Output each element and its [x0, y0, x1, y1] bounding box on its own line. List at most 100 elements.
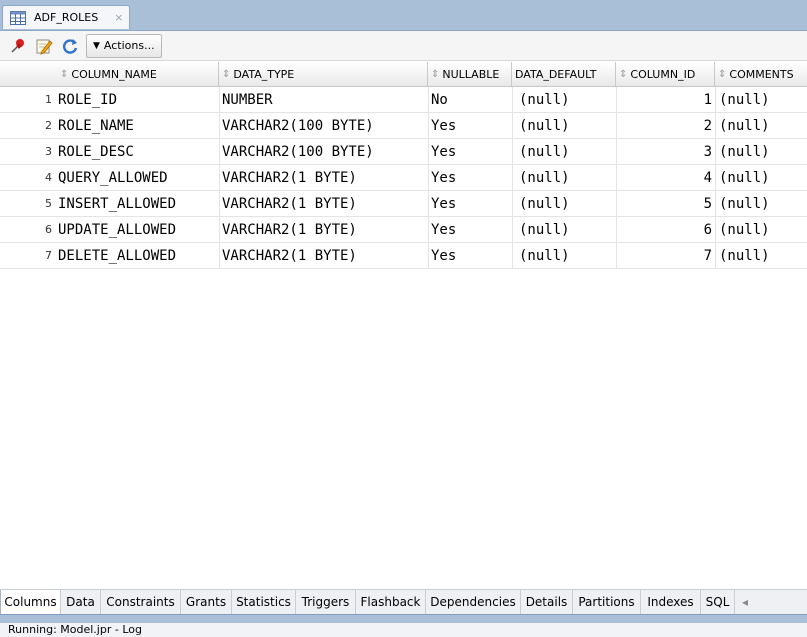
tab-scroll-left-icon[interactable]: ◂: [735, 590, 755, 614]
row-number: 6: [45, 223, 52, 236]
cell-data-type[interactable]: VARCHAR2(1 BYTE): [222, 165, 428, 190]
bottom-tabbar: Columns Data Constraints Grants Statisti…: [0, 589, 807, 614]
row-number: 4: [45, 171, 52, 184]
tab-indexes[interactable]: Indexes: [641, 590, 701, 614]
cell-data-default[interactable]: (null): [519, 165, 615, 190]
header-data-default[interactable]: DATA_DEFAULT: [512, 62, 616, 86]
table-row[interactable]: 1 ROLE_ID NUMBER No (null) 1 (null): [0, 87, 807, 113]
table-row[interactable]: 4 QUERY_ALLOWED VARCHAR2(1 BYTE) Yes (null) 4…: [0, 165, 807, 191]
table-row[interactable]: 2 ROLE_NAME VARCHAR2(100 BYTE) Yes (null) 2 (n…: [0, 113, 807, 139]
cell-nullable[interactable]: Yes: [431, 113, 511, 138]
column-divider: [512, 191, 513, 216]
cell-data-type[interactable]: VARCHAR2(1 BYTE): [222, 217, 428, 242]
cell-data-type[interactable]: NUMBER: [222, 87, 428, 112]
tab-sql[interactable]: SQL: [701, 590, 735, 614]
column-divider: [715, 113, 716, 138]
tab-triggers[interactable]: Triggers: [296, 590, 356, 614]
cell-comments[interactable]: (null): [719, 87, 807, 112]
column-divider: [219, 165, 220, 190]
cell-nullable[interactable]: Yes: [431, 217, 511, 242]
columns-grid: ⇕ COLUMN_NAME ⇕ DATA_TYPE ⇕ NULLABLE DAT…: [0, 62, 807, 269]
grid-body: 1 ROLE_ID NUMBER No (null) 1 (null) 2 ROLE_NAME V…: [0, 87, 807, 269]
column-divider: [428, 217, 429, 242]
column-divider: [616, 139, 617, 164]
column-divider: [512, 165, 513, 190]
pin-icon[interactable]: [8, 36, 28, 56]
cell-data-default[interactable]: (null): [519, 191, 615, 216]
column-divider: [219, 217, 220, 242]
column-divider: [219, 113, 220, 138]
editor-tab-adf-roles[interactable]: ADF_ROLES ×: [2, 5, 130, 29]
row-number: 2: [45, 119, 52, 132]
cell-data-default[interactable]: (null): [519, 139, 615, 164]
cell-column-id[interactable]: 5: [616, 191, 712, 216]
cell-column-id[interactable]: 3: [616, 139, 712, 164]
cell-column-name[interactable]: ROLE_ID: [58, 87, 218, 112]
tab-columns[interactable]: Columns: [0, 590, 61, 614]
refresh-icon[interactable]: [60, 36, 80, 56]
edit-icon[interactable]: [34, 36, 54, 56]
cell-nullable[interactable]: Yes: [431, 139, 511, 164]
column-divider: [616, 217, 617, 242]
cell-data-type[interactable]: VARCHAR2(100 BYTE): [222, 139, 428, 164]
editor-tabstrip: ADF_ROLES ×: [0, 0, 807, 31]
cell-data-type[interactable]: VARCHAR2(100 BYTE): [222, 113, 428, 138]
tab-grants[interactable]: Grants: [181, 590, 232, 614]
tab-partitions[interactable]: Partitions: [573, 590, 641, 614]
editor-tab-label: ADF_ROLES: [34, 11, 99, 24]
table-row[interactable]: 5 INSERT_ALLOWED VARCHAR2(1 BYTE) Yes (null)…: [0, 191, 807, 217]
header-column-name[interactable]: ⇕ COLUMN_NAME: [57, 62, 219, 86]
cell-column-id[interactable]: 6: [616, 217, 712, 242]
header-column-id[interactable]: ⇕ COLUMN_ID: [616, 62, 715, 86]
cell-column-name[interactable]: DELETE_ALLOWED: [58, 243, 218, 268]
actions-button[interactable]: ▼ Actions...: [86, 33, 162, 58]
cell-comments[interactable]: (null): [719, 217, 807, 242]
table-icon: [8, 8, 28, 28]
cell-nullable[interactable]: No: [431, 87, 511, 112]
cell-data-type[interactable]: VARCHAR2(1 BYTE): [222, 243, 428, 268]
cell-comments[interactable]: (null): [719, 191, 807, 216]
cell-column-id[interactable]: 2: [616, 113, 712, 138]
cell-comments[interactable]: (null): [719, 165, 807, 190]
cell-column-name[interactable]: INSERT_ALLOWED: [58, 191, 218, 216]
tab-details[interactable]: Details: [521, 590, 573, 614]
cell-column-name[interactable]: QUERY_ALLOWED: [58, 165, 218, 190]
cell-comments[interactable]: (null): [719, 113, 807, 138]
table-row[interactable]: 7 DELETE_ALLOWED VARCHAR2(1 BYTE) Yes (null)…: [0, 243, 807, 269]
header-data-type[interactable]: ⇕ DATA_TYPE: [219, 62, 428, 86]
header-comments[interactable]: ⇕ COMMENTS: [715, 62, 807, 86]
cell-column-name[interactable]: ROLE_DESC: [58, 139, 218, 164]
tab-data[interactable]: Data: [61, 590, 101, 614]
table-row[interactable]: 6 UPDATE_ALLOWED VARCHAR2(1 BYTE) Yes (null)…: [0, 217, 807, 243]
cell-column-id[interactable]: 7: [616, 243, 712, 268]
column-divider: [512, 87, 513, 112]
cell-column-id[interactable]: 4: [616, 165, 712, 190]
header-nullable[interactable]: ⇕ NULLABLE: [428, 62, 512, 86]
cell-column-name[interactable]: UPDATE_ALLOWED: [58, 217, 218, 242]
cell-data-default[interactable]: (null): [519, 217, 615, 242]
column-divider: [715, 87, 716, 112]
column-divider: [512, 139, 513, 164]
column-divider: [715, 139, 716, 164]
row-number: 5: [45, 197, 52, 210]
cell-nullable[interactable]: Yes: [431, 165, 511, 190]
cell-comments[interactable]: (null): [719, 139, 807, 164]
row-number: 1: [45, 93, 52, 106]
cell-data-type[interactable]: VARCHAR2(1 BYTE): [222, 191, 428, 216]
tab-statistics[interactable]: Statistics: [232, 590, 296, 614]
cell-column-name[interactable]: ROLE_NAME: [58, 113, 218, 138]
close-icon[interactable]: ×: [114, 11, 123, 24]
cell-column-id[interactable]: 1: [616, 87, 712, 112]
cell-data-default[interactable]: (null): [519, 113, 615, 138]
tab-dependencies[interactable]: Dependencies: [426, 590, 521, 614]
column-divider: [715, 243, 716, 268]
cell-comments[interactable]: (null): [719, 243, 807, 268]
cell-nullable[interactable]: Yes: [431, 243, 511, 268]
tab-constraints[interactable]: Constraints: [101, 590, 181, 614]
column-divider: [715, 165, 716, 190]
table-row[interactable]: 3 ROLE_DESC VARCHAR2(100 BYTE) Yes (null) 3 (n…: [0, 139, 807, 165]
cell-nullable[interactable]: Yes: [431, 191, 511, 216]
cell-data-default[interactable]: (null): [519, 87, 615, 112]
tab-flashback[interactable]: Flashback: [356, 590, 426, 614]
cell-data-default[interactable]: (null): [519, 243, 615, 268]
